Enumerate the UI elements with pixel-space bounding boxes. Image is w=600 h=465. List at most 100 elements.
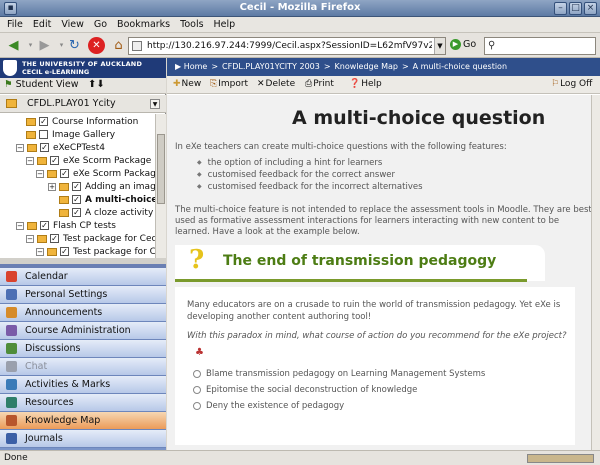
tree-item[interactable]: + ✓ Adding an image	[48, 181, 155, 193]
sidebar-item-announcements[interactable]: Announcements	[0, 304, 166, 322]
checkbox[interactable]	[39, 130, 48, 139]
menu-tools[interactable]: Tools	[175, 17, 208, 32]
expand-icon[interactable]: +	[48, 182, 56, 191]
search-input[interactable]: ⚲	[484, 37, 596, 55]
collapse-icon[interactable]: −	[16, 143, 24, 152]
logoff-button[interactable]: ⚐Log Off	[551, 79, 592, 89]
breadcrumb-current: A multi-choice question	[412, 62, 508, 71]
folder-icon	[27, 221, 37, 230]
tree-item[interactable]: − ✓ eXe Scorm Package	[26, 155, 151, 167]
tree-item[interactable]: ✓ Course Information	[26, 116, 138, 128]
sidebar-item-label: Journals	[25, 433, 63, 444]
checkbox[interactable]: ✓	[40, 143, 49, 152]
menu-edit[interactable]: Edit	[28, 17, 56, 32]
discussions-icon	[6, 343, 17, 354]
go-button[interactable]: ▶ Go	[450, 39, 476, 50]
collapse-icon[interactable]: −	[26, 156, 34, 165]
close-window-button[interactable]: ×	[584, 2, 597, 15]
move-up-down-icon[interactable]: ⬆⬇	[88, 79, 105, 90]
tree-item[interactable]: ✓ A cloze activity	[59, 207, 153, 219]
tree-item[interactable]: − ✓ eXe Scorm Package	[36, 168, 155, 180]
checkbox[interactable]: ✓	[50, 156, 59, 165]
sidebar-item-course-administration[interactable]: Course Administration	[0, 322, 166, 340]
collapse-icon[interactable]: −	[36, 169, 44, 178]
checkbox[interactable]: ✓	[72, 208, 81, 217]
back-icon[interactable]: ◀	[5, 37, 22, 54]
url-dropdown-icon[interactable]: ▼	[434, 38, 445, 54]
answer-option[interactable]: Deny the existence of pedagogy	[193, 401, 344, 411]
answer-option[interactable]: Epitomise the social deconstruction of k…	[193, 385, 417, 395]
search-icon: ⚲	[488, 40, 496, 51]
breadcrumb-knowledge-map[interactable]: Knowledge Map	[335, 62, 398, 71]
tree-scrollbar-thumb[interactable]	[157, 134, 165, 204]
menu-go[interactable]: Go	[89, 17, 112, 32]
print-button[interactable]: ⎙Print	[305, 79, 334, 89]
sidebar-item-discussions[interactable]: Discussions	[0, 340, 166, 358]
menu-help[interactable]: Help	[209, 17, 241, 32]
student-view-button[interactable]: ⚑ Student View	[4, 79, 79, 90]
minimize-button[interactable]: –	[554, 2, 567, 15]
menu-file[interactable]: File	[2, 17, 28, 32]
url-bar[interactable]: http://130.216.97.244:7999/Cecil.aspx?Se…	[128, 37, 446, 55]
collapse-icon[interactable]: −	[36, 247, 44, 256]
checkbox[interactable]: ✓	[60, 169, 69, 178]
maximize-button[interactable]: □	[569, 2, 582, 15]
reload-icon[interactable]: ↻	[66, 37, 83, 54]
tree-item-selected[interactable]: ✓ A multi-choice q	[59, 194, 155, 206]
sidebar-item-journals[interactable]: Journals	[0, 430, 166, 448]
stop-icon[interactable]: ✕	[88, 37, 105, 54]
tree-item[interactable]: − ✓ Test package for Ceci	[36, 246, 155, 258]
tree-item[interactable]: − ✓ Test package for Cecil	[26, 233, 155, 245]
go-arrow-icon: ▶	[450, 39, 461, 50]
home-icon[interactable]: ⌂	[110, 37, 127, 54]
forward-icon[interactable]: ▶	[36, 37, 53, 54]
breadcrumb-home[interactable]: Home	[184, 62, 208, 71]
answer-option[interactable]: Blame transmission pedagogy on Learning …	[193, 369, 485, 379]
course-dropdown-icon[interactable]: ▼	[150, 99, 160, 109]
sidebar-item-activities-marks[interactable]: Activities & Marks	[0, 376, 166, 394]
list-item: customised feedback for the correct answ…	[197, 169, 423, 181]
sidebar-item-knowledge-map[interactable]: Knowledge Map	[0, 412, 166, 430]
menu-view[interactable]: View	[56, 17, 89, 32]
checkbox[interactable]: ✓	[72, 182, 81, 191]
sidebar-item-resources[interactable]: Resources	[0, 394, 166, 412]
menu-bookmarks[interactable]: Bookmarks	[112, 17, 175, 32]
page-title: A multi-choice question	[292, 107, 546, 129]
help-label: Help	[361, 79, 382, 89]
chat-icon	[6, 361, 17, 372]
tree-item[interactable]: − ✓ eXeCPTest4	[16, 142, 105, 154]
folder-icon	[26, 130, 36, 139]
sidebar-item-personal-settings[interactable]: Personal Settings	[0, 286, 166, 304]
delete-button[interactable]: ✕Delete	[257, 79, 295, 89]
checkbox[interactable]: ✓	[50, 234, 59, 243]
tree-item[interactable]: − ✓ Flash CP tests	[16, 220, 116, 232]
radio-button[interactable]	[193, 401, 201, 410]
url-text[interactable]: http://130.216.97.244:7999/Cecil.aspx?Se…	[147, 41, 432, 51]
tree-item[interactable]: Image Gallery	[26, 129, 115, 141]
hint-icon[interactable]: ♣	[195, 347, 204, 358]
tree-item-label: eXe Scorm Package	[73, 169, 155, 179]
breadcrumb-separator: >	[211, 62, 219, 71]
radio-button[interactable]	[193, 385, 201, 394]
progress-indicator	[527, 454, 594, 463]
import-button[interactable]: ⎘Import	[210, 79, 248, 89]
new-button[interactable]: ✚New	[173, 79, 201, 89]
checkbox[interactable]: ✓	[40, 221, 49, 230]
sidebar-item-calendar[interactable]: Calendar	[0, 268, 166, 286]
breadcrumb-course[interactable]: CFDL.PLAY01YCITY 2003	[222, 62, 320, 71]
radio-button[interactable]	[193, 369, 201, 378]
content-scrollbar[interactable]	[591, 95, 600, 450]
answer-option-label: Blame transmission pedagogy on Learning …	[206, 369, 486, 379]
checkbox[interactable]: ✓	[39, 117, 48, 126]
collapse-icon[interactable]: −	[26, 234, 34, 243]
checkbox[interactable]: ✓	[72, 195, 81, 204]
collapse-icon[interactable]: −	[16, 221, 24, 230]
checkbox[interactable]: ✓	[60, 247, 69, 256]
window-menu-icon[interactable]: ▪	[4, 2, 17, 15]
tree-scrollbar[interactable]	[155, 114, 166, 258]
list-item: the option of including a hint for learn…	[197, 157, 423, 169]
help-button[interactable]: ❓Help	[349, 79, 382, 89]
course-selector[interactable]: CFDL.PLAY01 Ycity ▼	[0, 95, 166, 113]
folder-icon	[27, 143, 37, 152]
delete-label: Delete	[265, 79, 296, 89]
